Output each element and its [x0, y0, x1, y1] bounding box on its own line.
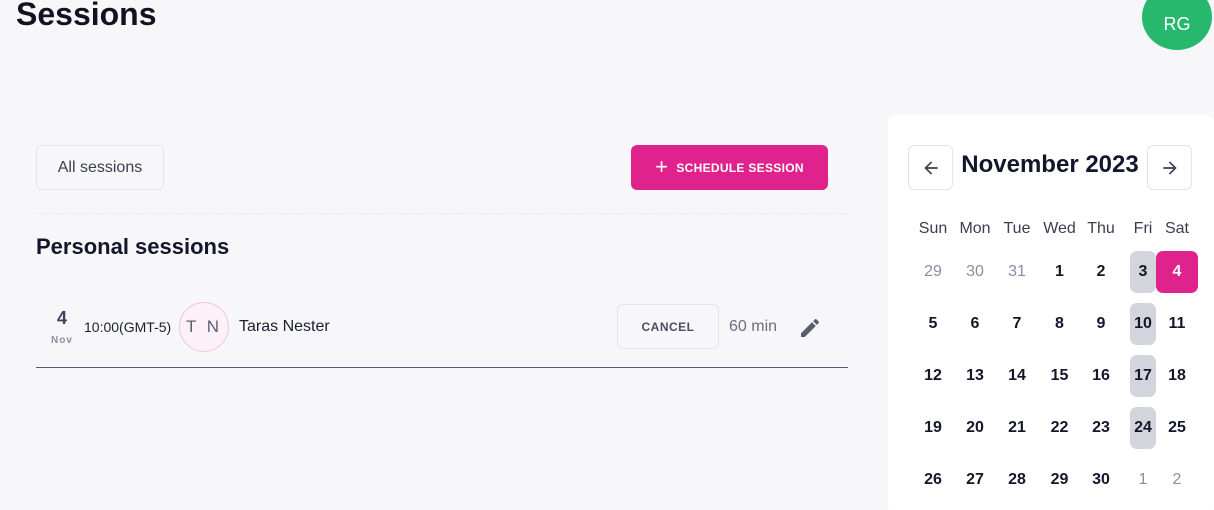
- calendar-day-outside-month[interactable]: 1: [1130, 459, 1156, 501]
- calendar-day[interactable]: 2: [1080, 251, 1122, 293]
- calendar-day[interactable]: 20: [954, 407, 996, 449]
- calendar-panel: November 2023 Sun Mon Tue Wed Thu Fri Sat 29 30…: [888, 115, 1214, 510]
- calendar-day[interactable]: 25: [1156, 407, 1198, 449]
- weekday-label-sun: Sun: [918, 220, 948, 237]
- calendar-day[interactable]: 17: [1130, 355, 1156, 397]
- calendar-day-outside-month[interactable]: 2: [1156, 459, 1198, 501]
- participant-name: Taras Nester: [239, 318, 330, 335]
- calendar-day[interactable]: 9: [1080, 303, 1122, 345]
- edit-pencil-icon[interactable]: [798, 316, 822, 340]
- all-sessions-filter-button[interactable]: All sessions: [36, 145, 164, 190]
- session-row: 4 Nov 10:00(GMT-5) T N Taras Nester CANC…: [36, 296, 848, 368]
- calendar-day-outside-month[interactable]: 30: [954, 251, 996, 293]
- weekday-label-wed: Wed: [1043, 220, 1076, 237]
- calendar-weekday-header: Sun Mon Tue Wed Thu Fri Sat: [912, 220, 1198, 240]
- calendar-day-outside-month[interactable]: 31: [996, 251, 1038, 293]
- page-title: Sessions: [16, 0, 157, 32]
- plus-icon: +: [655, 153, 669, 179]
- weekday-label-mon: Mon: [959, 220, 991, 237]
- calendar-day[interactable]: 7: [996, 303, 1038, 345]
- session-date-month: Nov: [51, 335, 73, 346]
- calendar-day[interactable]: 13: [954, 355, 996, 397]
- calendar-day[interactable]: 24: [1130, 407, 1156, 449]
- calendar-week-row: 19 20 21 22 23 24 25: [912, 407, 1198, 451]
- section-title: Personal sessions: [36, 234, 230, 259]
- calendar-week-row: 12 13 14 15 16 17 18: [912, 355, 1198, 399]
- calendar-day[interactable]: 22: [1039, 407, 1080, 449]
- next-month-button[interactable]: [1147, 145, 1192, 190]
- weekday-label-tue: Tue: [1003, 220, 1031, 237]
- calendar-month-title: November 2023: [961, 151, 1139, 178]
- calendar-day[interactable]: 29: [1039, 459, 1080, 501]
- calendar-day[interactable]: 1: [1039, 251, 1080, 293]
- calendar-day[interactable]: 28: [996, 459, 1038, 501]
- calendar-day[interactable]: 10: [1130, 303, 1156, 345]
- calendar-day[interactable]: 18: [1156, 355, 1198, 397]
- user-avatar[interactable]: RG: [1142, 0, 1212, 50]
- session-date-day: 4: [56, 308, 67, 328]
- schedule-session-label: SCHEDULE SESSION: [676, 160, 804, 175]
- calendar-week-row: 5 6 7 8 9 10 11: [912, 303, 1198, 347]
- arrow-left-icon: [923, 160, 938, 175]
- calendar-week-row: 29 30 31 1 2 3 4: [912, 251, 1198, 295]
- weekday-label-sat: Sat: [1164, 220, 1189, 237]
- weekday-label-fri: Fri: [1133, 220, 1153, 237]
- calendar-day[interactable]: 30: [1080, 459, 1122, 501]
- calendar-day[interactable]: 19: [912, 407, 954, 449]
- session-time: 10:00(GMT-5): [84, 319, 172, 335]
- calendar-day[interactable]: 12: [912, 355, 954, 397]
- calendar-day[interactable]: 14: [996, 355, 1038, 397]
- previous-month-button[interactable]: [908, 145, 953, 190]
- calendar-day[interactable]: 15: [1039, 355, 1080, 397]
- calendar-day[interactable]: 27: [954, 459, 996, 501]
- divider: [36, 213, 848, 214]
- calendar-day[interactable]: 26: [912, 459, 954, 501]
- arrow-right-icon: [1162, 160, 1177, 175]
- calendar-day[interactable]: 8: [1039, 303, 1080, 345]
- session-duration: 60 min: [729, 318, 778, 335]
- weekday-label-thu: Thu: [1087, 220, 1115, 237]
- calendar-day[interactable]: 6: [954, 303, 996, 345]
- calendar-week-row: 26 27 28 29 30 1 2: [912, 459, 1198, 503]
- calendar-day[interactable]: 21: [996, 407, 1038, 449]
- calendar-day[interactable]: 16: [1080, 355, 1122, 397]
- calendar-day[interactable]: 5: [912, 303, 954, 345]
- calendar-day-outside-month[interactable]: 29: [912, 251, 954, 293]
- calendar-day[interactable]: 23: [1080, 407, 1122, 449]
- calendar-day[interactable]: 3: [1130, 251, 1156, 293]
- calendar-day[interactable]: 4: [1156, 251, 1198, 293]
- calendar-day[interactable]: 11: [1156, 303, 1198, 345]
- cancel-session-button[interactable]: CANCEL: [617, 304, 719, 349]
- participant-avatar: T N: [179, 302, 229, 352]
- schedule-session-button[interactable]: + SCHEDULE SESSION: [631, 145, 828, 190]
